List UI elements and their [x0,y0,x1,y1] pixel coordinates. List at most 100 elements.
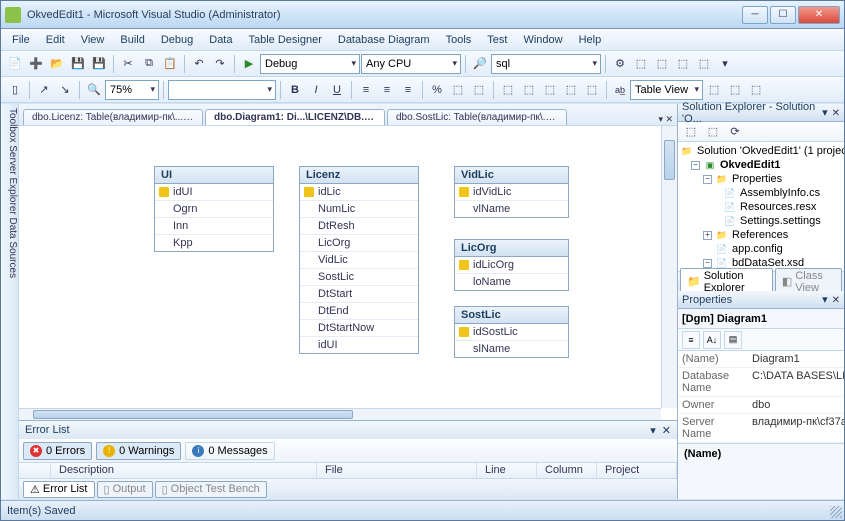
se-tool1-icon[interactable]: ⬚ [681,122,701,142]
misc6-icon[interactable]: ⬚ [540,80,560,100]
expand-icon[interactable]: + [703,231,712,240]
menu-table-designer[interactable]: Table Designer [242,31,329,49]
misc4-icon[interactable]: ⬚ [498,80,518,100]
props-close-icon[interactable]: ✕ [832,295,840,306]
misc9-icon[interactable]: ⬚ [704,80,724,100]
find-combo[interactable]: sql [491,54,601,74]
tab-error-list[interactable]: ⚠Error List [23,481,95,498]
close-button[interactable]: ✕ [798,6,840,24]
maximize-button[interactable]: ☐ [770,6,796,24]
menu-window[interactable]: Window [516,31,569,49]
table-header[interactable]: SostLic [455,307,568,324]
solution-close-icon[interactable]: ✕ [832,108,840,119]
table-column[interactable]: vlName [455,201,568,217]
rel-icon[interactable]: ↗ [34,80,54,100]
tab-object-test-bench[interactable]: ▯Object Test Bench [155,481,267,498]
table-column[interactable]: idSostLic [455,324,568,341]
tool5-icon[interactable]: ⬚ [694,54,714,74]
document-tab-2[interactable]: dbo.SostLic: Table(владимир-пк\...\...) [387,109,567,125]
table-header[interactable]: VidLic [455,167,568,184]
tool-icon[interactable]: ⚙ [610,54,630,74]
italic-icon[interactable]: I [306,80,326,100]
start-debug-icon[interactable]: ▶ [239,54,259,74]
table-column[interactable]: DtResh [300,218,418,235]
bold-icon[interactable]: B [285,80,305,100]
pointer-icon[interactable]: ▯ [5,80,25,100]
misc2-icon[interactable]: ⬚ [448,80,468,100]
table-column[interactable]: idLicOrg [455,257,568,274]
table-ui[interactable]: UIidUIOgrnInnKpp [154,166,274,252]
tool3-icon[interactable]: ⬚ [652,54,672,74]
undo-icon[interactable]: ↶ [189,54,209,74]
props-pin-icon[interactable]: ▾ [822,294,828,306]
property-row[interactable]: Server Nameвладимир-пк\cf37a0 [678,414,844,443]
table-column[interactable]: idLic [300,184,418,201]
table-column[interactable]: Kpp [155,235,273,251]
misc10-icon[interactable]: ⬚ [725,80,745,100]
menu-help[interactable]: Help [572,31,609,49]
table-column[interactable]: Ogrn [155,201,273,218]
horizontal-scrollbar[interactable] [19,408,661,420]
tool2-icon[interactable]: ⬚ [631,54,651,74]
viewmode-combo[interactable]: Table View [630,80,703,100]
zoom-combo[interactable]: 75% [105,80,159,100]
menu-database-diagram[interactable]: Database Diagram [331,31,437,49]
rel2-icon[interactable]: ↘ [55,80,75,100]
table-header[interactable]: Licenz [300,167,418,184]
errors-filter[interactable]: ✖0 Errors [23,442,92,460]
misc3-icon[interactable]: ⬚ [469,80,489,100]
menu-file[interactable]: File [5,31,37,49]
table-column[interactable]: Inn [155,218,273,235]
prop-alpha-icon[interactable]: A↓ [703,331,721,349]
align-left-icon[interactable]: ≡ [356,80,376,100]
menu-debug[interactable]: Debug [154,31,200,49]
table-vidlic[interactable]: VidLicidVidLicvlName [454,166,569,218]
menu-edit[interactable]: Edit [39,31,72,49]
table-column[interactable]: DtEnd [300,303,418,320]
prop-categorized-icon[interactable]: ≡ [682,331,700,349]
tool4-icon[interactable]: ⬚ [673,54,693,74]
menu-build[interactable]: Build [113,31,151,49]
object-combo[interactable] [168,80,276,100]
table-column[interactable]: slName [455,341,568,357]
expand-icon[interactable]: − [703,259,712,268]
tab-output[interactable]: ▯Output [97,481,153,498]
table-header[interactable]: UI [155,167,273,184]
property-row[interactable]: Ownerdbo [678,397,844,414]
minimize-button[interactable]: ─ [742,6,768,24]
se-tool2-icon[interactable]: ⬚ [703,122,723,142]
align-center-icon[interactable]: ≡ [377,80,397,100]
misc1-icon[interactable]: % [427,80,447,100]
left-tool-rail[interactable]: Toolbox Server Explorer Data Sources [1,104,19,499]
solution-tree[interactable]: 📁Solution 'OkvedEdit1' (1 project) −▣Okv… [678,142,844,271]
property-row[interactable]: (Name)Diagram1 [678,351,844,368]
table-column[interactable]: SostLic [300,269,418,286]
table-column[interactable]: idVidLic [455,184,568,201]
table-licenz[interactable]: LicenzidLicNumLicDtReshLicOrgVidLicSostL… [299,166,419,354]
align-right-icon[interactable]: ≡ [398,80,418,100]
table-sostlic[interactable]: SostLicidSostLicslName [454,306,569,358]
errorlist-close-icon[interactable]: ✕ [662,425,671,437]
find-icon[interactable]: 🔎 [470,54,490,74]
errorlist-dropdown-icon[interactable]: ▾ [650,425,656,437]
properties-object[interactable]: [Dgm] Diagram1 [682,313,767,325]
table-column[interactable]: idUI [300,337,418,353]
table-column[interactable]: DtStartNow [300,320,418,337]
menu-data[interactable]: Data [202,31,239,49]
table-column[interactable]: LicOrg [300,235,418,252]
misc5-icon[interactable]: ⬚ [519,80,539,100]
paste-icon[interactable]: 📋 [160,54,180,74]
new-project-icon[interactable]: 📄 [5,54,25,74]
save-all-icon[interactable]: 💾 [89,54,109,74]
underline-icon[interactable]: U [327,80,347,100]
document-tab-1[interactable]: dbo.Diagram1: Di...\LICENZ\DB.MDF)* [205,109,385,125]
copy-icon[interactable]: ⧉ [139,54,159,74]
solution-pin-icon[interactable]: ▾ [822,107,828,119]
platform-combo[interactable]: Any CPU [361,54,461,74]
property-row[interactable]: Database NameC:\DATA BASES\LICE [678,368,844,397]
save-icon[interactable]: 💾 [68,54,88,74]
warnings-filter[interactable]: !0 Warnings [96,442,181,460]
expand-icon[interactable]: − [703,175,712,184]
table-column[interactable]: NumLic [300,201,418,218]
se-refresh-icon[interactable]: ⟳ [725,122,745,142]
